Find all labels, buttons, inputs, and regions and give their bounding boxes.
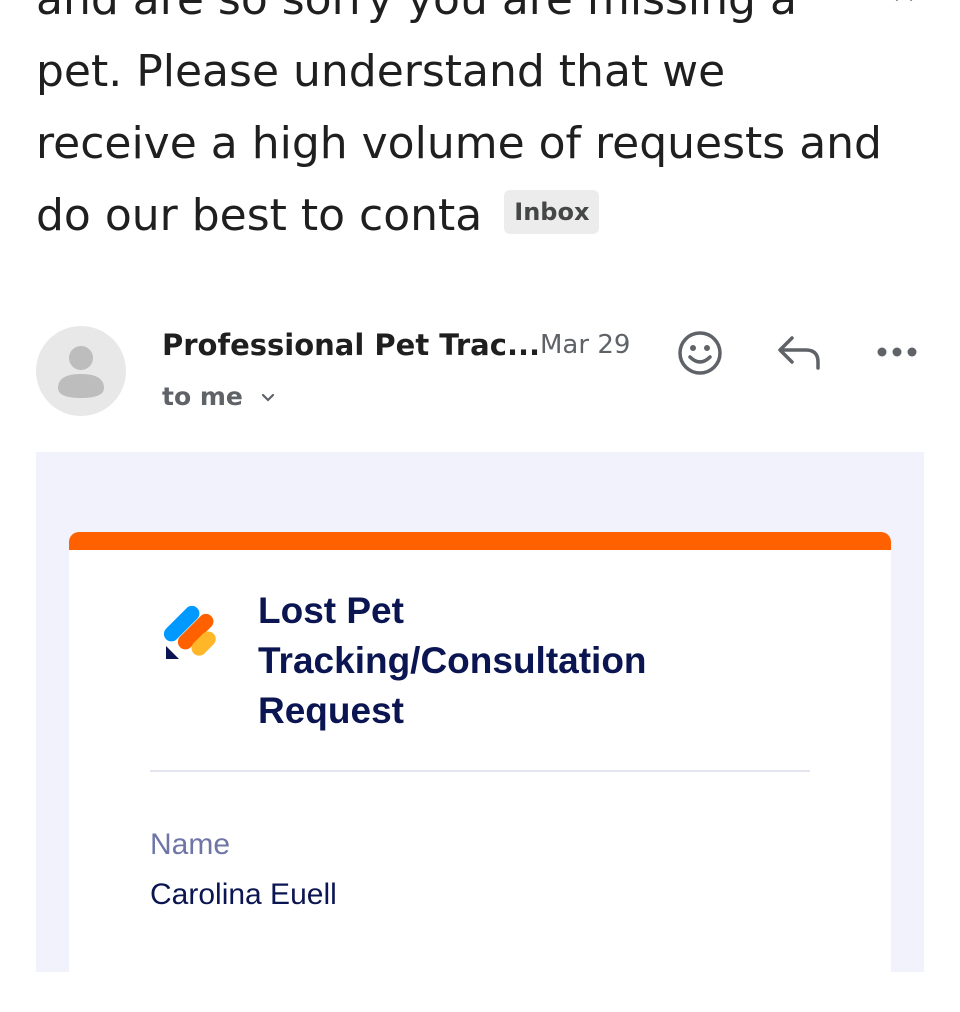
form-accent-bar [69,532,891,550]
more-options-icon[interactable] [876,344,918,360]
sender-name[interactable]: Professional Pet Trac... [162,328,540,362]
form-card: Lost Pet Tracking/Consultation Request N… [69,532,891,1012]
reply-icon[interactable] [776,334,822,372]
message-subject: and are so sorry you are missing a pet. … [36,0,896,252]
field-value-name: Carolina Euell [150,878,337,911]
email-body: Lost Pet Tracking/Consultation Request N… [36,452,924,1012]
form-divider [150,770,810,772]
inbox-label-chip[interactable]: Inbox [504,190,600,234]
sender-avatar[interactable] [36,326,126,416]
recipient-label: to me [162,382,243,411]
chevron-down-icon [261,393,274,402]
jotform-logo-icon [164,605,216,659]
emoji-smile-icon[interactable] [676,329,724,377]
subject-text: and are so sorry you are missing a pet. … [36,0,882,241]
form-title: Lost Pet Tracking/Consultation Request [258,590,647,731]
message-date: Mar 29 [540,330,631,360]
recipient-details-toggle[interactable]: to me [162,382,276,411]
field-label-name: Name [150,828,231,861]
star-icon[interactable] [884,0,924,6]
person-avatar-icon [58,346,104,398]
